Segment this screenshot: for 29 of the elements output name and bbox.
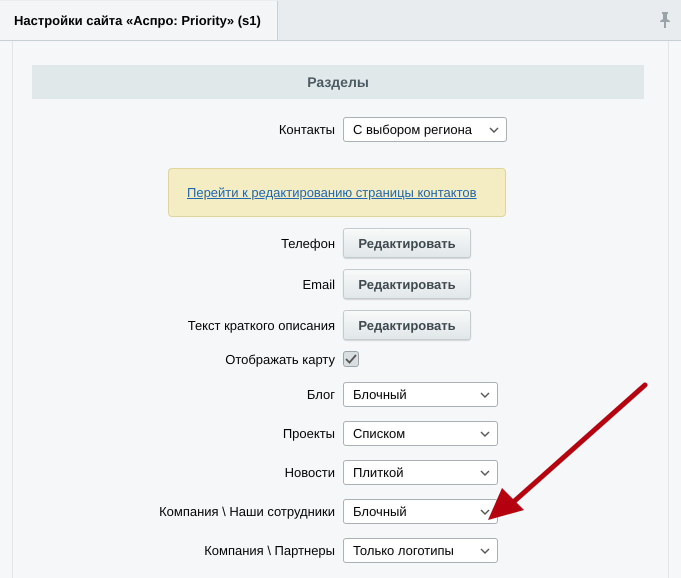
select-field[interactable]: Только логотипы — [343, 538, 498, 563]
field-label: Компания \ Партнеры — [203, 543, 335, 558]
select-field[interactable]: Блочный — [343, 499, 498, 524]
checkbox[interactable] — [343, 351, 359, 367]
edit-button[interactable]: Редактировать — [343, 228, 471, 258]
field-label: Отображать карту — [224, 352, 335, 366]
section-header: Разделы — [32, 65, 644, 99]
select-field[interactable]: Плиткой — [343, 460, 498, 485]
edit-button[interactable]: Редактировать — [343, 269, 471, 299]
select-field[interactable]: Блочный — [343, 382, 498, 407]
field-label: Email — [301, 276, 335, 292]
edit-button[interactable]: Редактировать — [343, 310, 471, 340]
chevron-icon — [480, 392, 490, 398]
contacts-edit-link[interactable]: Перейти к редактированию страницы контактов — [187, 185, 477, 200]
field-label: Телефон — [280, 236, 335, 250]
select-field[interactable]: С выбором региона — [343, 117, 507, 142]
chevron-icon — [489, 126, 499, 132]
field-label: Компания \ Наши сотрудники — [158, 504, 335, 519]
settings-tab[interactable]: Настройки сайта «Аспро: Priority» (s1) — [0, 1, 278, 40]
chevron-icon — [480, 548, 490, 554]
field-label: Блог — [306, 387, 335, 402]
field-label: Текст краткого описания — [186, 318, 335, 332]
field-label: Новости — [284, 465, 335, 480]
field-label: Контакты — [278, 122, 335, 137]
select-field[interactable]: Списком — [343, 421, 498, 446]
chevron-icon — [480, 508, 490, 514]
chevron-icon — [480, 430, 490, 436]
chevron-icon — [480, 470, 490, 476]
field-label: Проекты — [282, 426, 335, 441]
